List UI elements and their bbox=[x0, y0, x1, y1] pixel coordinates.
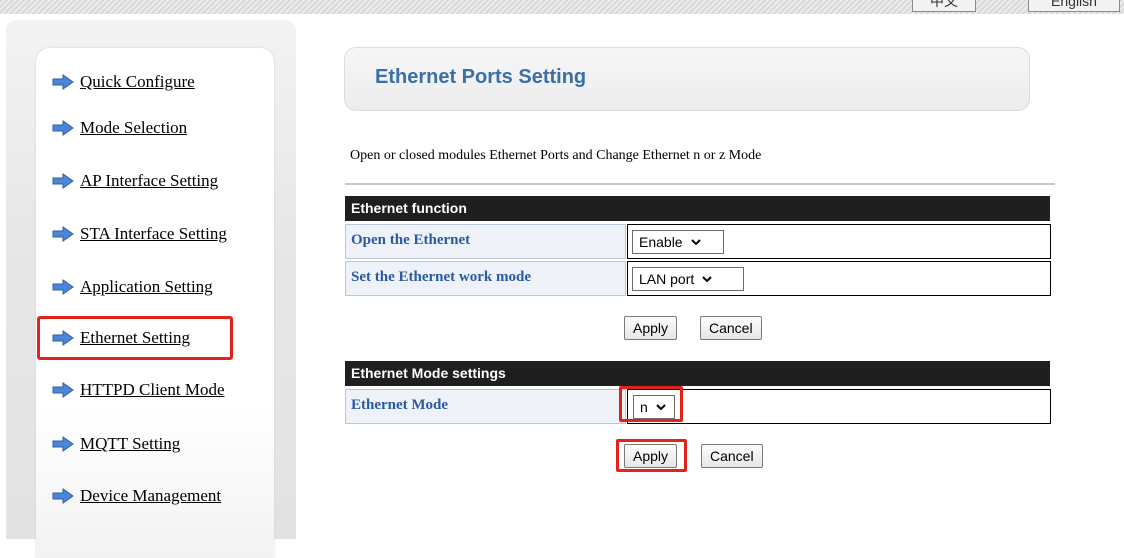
sidebar-item-label: Mode Selection bbox=[80, 118, 188, 137]
language-english-button[interactable]: English bbox=[1028, 0, 1120, 12]
right-arrow-icon bbox=[52, 279, 74, 295]
sidebar-item-label: Ethernet Setting bbox=[80, 328, 191, 347]
sidebar-item-label: Application Setting bbox=[80, 277, 213, 296]
sidebar-item-ap-interface-setting[interactable]: AP Interface Setting bbox=[52, 169, 218, 193]
right-arrow-icon bbox=[52, 330, 74, 346]
right-arrow-icon bbox=[52, 226, 74, 242]
ethernet-work-mode-select[interactable]: LAN port bbox=[632, 267, 744, 291]
right-arrow-icon bbox=[52, 436, 74, 452]
sidebar-item-label: Device Management bbox=[80, 486, 222, 505]
ethernet-work-mode-label: Set the Ethernet work mode bbox=[345, 261, 626, 296]
sidebar-item-label: MQTT Setting bbox=[80, 434, 181, 453]
open-ethernet-select-value: Enable bbox=[639, 234, 683, 250]
sidebar-item-mqtt-setting[interactable]: MQTT Setting bbox=[52, 432, 180, 456]
sidebar-item-mode-selection[interactable]: Mode Selection bbox=[52, 116, 187, 140]
page-title: Ethernet Ports Setting bbox=[375, 66, 587, 88]
sidebar-item-label: AP Interface Setting bbox=[80, 171, 219, 190]
chevron-down-icon bbox=[656, 404, 666, 411]
chevron-down-icon bbox=[702, 276, 712, 283]
row-ethernet-work-mode: Set the Ethernet work mode LAN port bbox=[345, 261, 1051, 296]
sidebar-item-label: Quick Configure bbox=[80, 72, 195, 91]
open-ethernet-select[interactable]: Enable bbox=[632, 230, 724, 254]
right-arrow-icon bbox=[52, 120, 74, 136]
cancel-button-mode[interactable]: Cancel bbox=[701, 444, 763, 468]
cancel-button-function[interactable]: Cancel bbox=[700, 316, 762, 340]
section-header-ethernet-function: Ethernet function bbox=[345, 196, 1050, 221]
title-card: Ethernet Ports Setting bbox=[344, 47, 1030, 111]
ethernet-mode-label: Ethernet Mode bbox=[345, 389, 626, 424]
divider bbox=[345, 183, 1055, 185]
sidebar-item-quick-configure[interactable]: Quick Configure bbox=[52, 70, 195, 94]
sidebar-item-ethernet-setting[interactable]: Ethernet Setting bbox=[52, 326, 190, 350]
ethernet-mode-cell: n bbox=[627, 389, 1051, 424]
sidebar-item-device-management[interactable]: Device Management bbox=[52, 484, 221, 508]
ethernet-work-mode-cell: LAN port bbox=[627, 261, 1051, 296]
ethernet-work-mode-select-value: LAN port bbox=[639, 271, 695, 287]
apply-button-mode[interactable]: Apply bbox=[624, 444, 678, 468]
page-description: Open or closed modules Ethernet Ports an… bbox=[350, 148, 762, 163]
sidebar-item-label: HTTPD Client Mode bbox=[80, 380, 225, 399]
right-arrow-icon bbox=[52, 74, 74, 90]
apply-button-function[interactable]: Apply bbox=[624, 316, 678, 340]
row-open-ethernet: Open the Ethernet Enable bbox=[345, 224, 1051, 259]
ethernet-mode-select[interactable]: n bbox=[633, 395, 675, 419]
ethernet-mode-select-value: n bbox=[640, 399, 648, 415]
right-arrow-icon bbox=[52, 488, 74, 504]
sidebar-item-sta-interface-setting[interactable]: STA Interface Setting bbox=[52, 222, 227, 246]
right-arrow-icon bbox=[52, 173, 74, 189]
section-header-ethernet-mode: Ethernet Mode settings bbox=[345, 361, 1050, 386]
open-ethernet-cell: Enable bbox=[627, 224, 1051, 259]
row-ethernet-mode: Ethernet Mode n bbox=[345, 389, 1051, 424]
open-ethernet-label: Open the Ethernet bbox=[345, 224, 626, 259]
sidebar-item-application-setting[interactable]: Application Setting bbox=[52, 275, 213, 299]
sidebar-item-label: STA Interface Setting bbox=[80, 224, 227, 243]
sidebar-item-httpd-client-mode[interactable]: HTTPD Client Mode bbox=[52, 378, 225, 402]
chevron-down-icon bbox=[690, 239, 701, 246]
language-chinese-button[interactable]: 中文 bbox=[912, 0, 976, 12]
right-arrow-icon bbox=[52, 382, 74, 398]
